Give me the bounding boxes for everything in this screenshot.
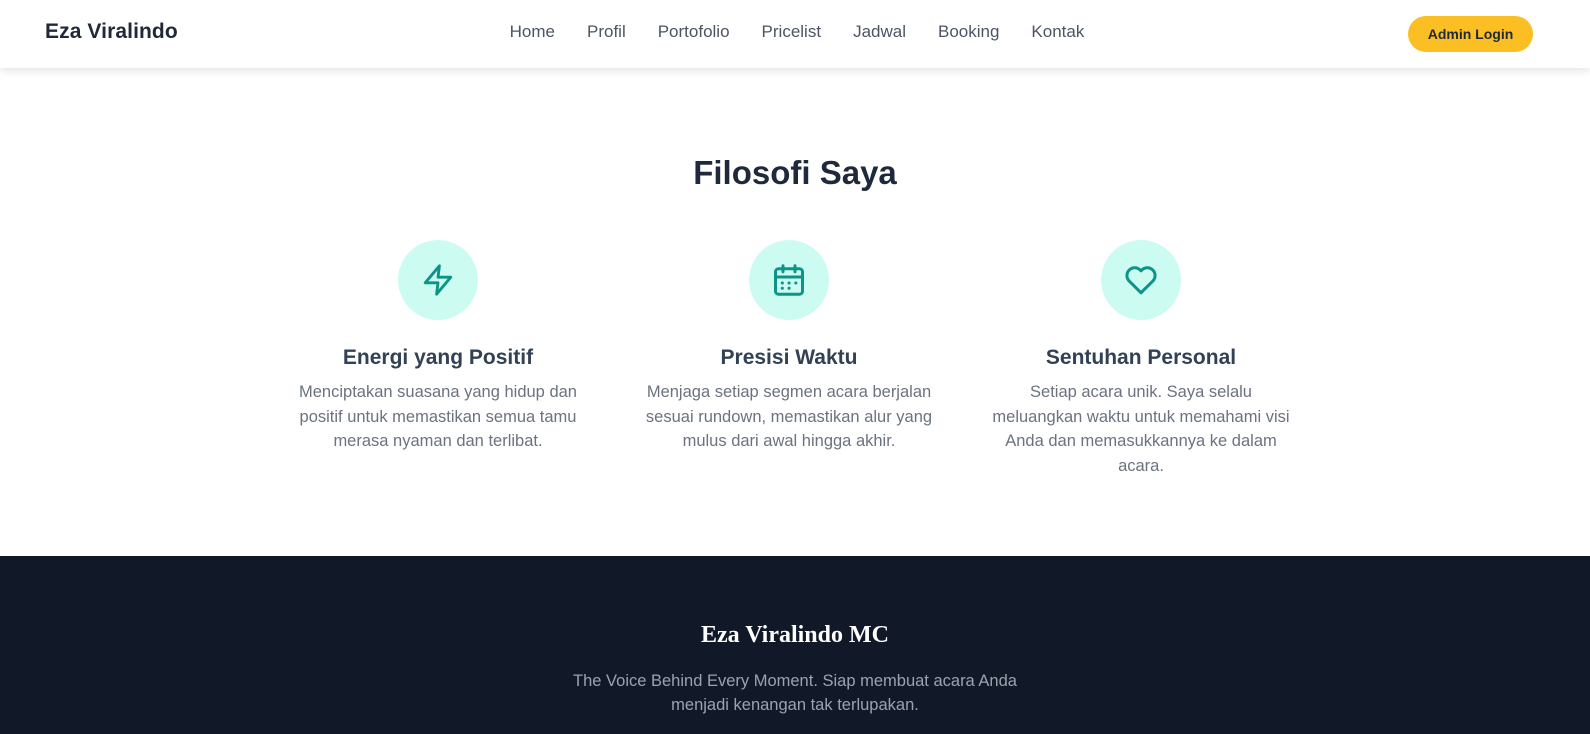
lightning-icon: [423, 264, 453, 296]
nav-link-pricelist[interactable]: Pricelist: [762, 22, 822, 42]
feature-description: Menjaga setiap segmen acara berjalan ses…: [645, 383, 933, 450]
admin-login-button[interactable]: Admin Login: [1408, 16, 1533, 52]
feature-card-personal: Sentuhan Personal Setiap acara unik. Say…: [986, 240, 1296, 478]
feature-card-time: Presisi Waktu Menjaga setiap segmen acar…: [634, 240, 944, 454]
feature-title: Presisi Waktu: [720, 346, 858, 369]
heart-icon: [1125, 266, 1157, 295]
feature-icon-circle: [398, 240, 478, 320]
feature-title: Energi yang Positif: [342, 346, 534, 369]
nav-link-home[interactable]: Home: [510, 22, 555, 42]
top-navbar: Eza Viralindo Home Profil Portofolio Pri…: [0, 0, 1590, 68]
nav-link-portofolio[interactable]: Portofolio: [658, 22, 730, 42]
feature-icon-circle: [1101, 240, 1181, 320]
main-nav: Home Profil Portofolio Pricelist Jadwal …: [0, 22, 1590, 42]
feature-title: Sentuhan Personal: [1045, 346, 1237, 369]
philosophy-section: Filosofi Saya Energi yang Positif Mencip…: [0, 68, 1590, 556]
feature-description: Menciptakan suasana yang hidup dan posit…: [299, 383, 577, 450]
footer-tagline: The Voice Behind Every Moment. Siap memb…: [573, 672, 1017, 714]
site-brand[interactable]: Eza Viralindo: [45, 20, 178, 44]
calendar-icon: [774, 264, 804, 296]
feature-description: Setiap acara unik. Saya selalu meluangka…: [992, 383, 1290, 475]
site-footer: Eza Viralindo MC The Voice Behind Every …: [0, 556, 1590, 734]
feature-card-energy: Energi yang Positif Menciptakan suasana …: [283, 240, 593, 454]
feature-icon-circle: [749, 240, 829, 320]
nav-link-profil[interactable]: Profil: [587, 22, 626, 42]
nav-link-kontak[interactable]: Kontak: [1031, 22, 1084, 42]
nav-link-jadwal[interactable]: Jadwal: [853, 22, 906, 42]
footer-title: Eza Viralindo MC: [700, 622, 889, 648]
nav-link-booking[interactable]: Booking: [938, 22, 999, 42]
section-title: Filosofi Saya: [693, 154, 897, 191]
